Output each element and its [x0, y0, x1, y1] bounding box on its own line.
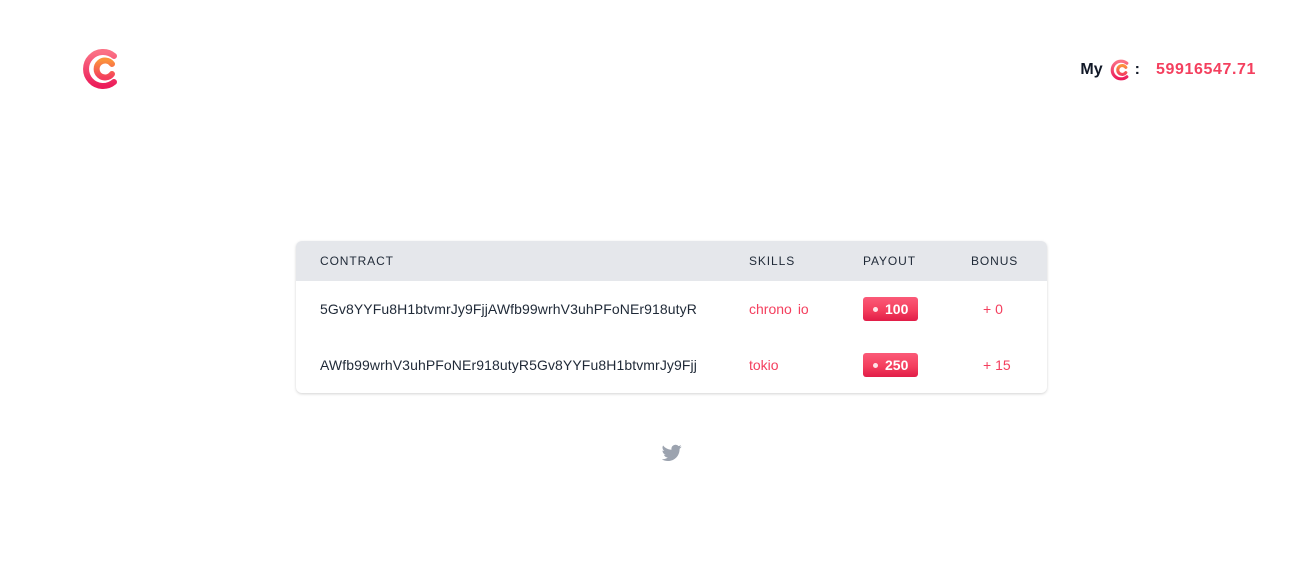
skills-cell: chrono io	[749, 281, 863, 337]
dot-icon	[873, 362, 878, 368]
table-row[interactable]: AWfb99wrhV3uhPFoNEr918utyR5Gv8YYFu8H1btv…	[296, 337, 1047, 393]
balance-value: 59916547.71	[1155, 61, 1256, 78]
table-header-row: CONTRACT SKILLS PAYOUT BONUS	[296, 241, 1047, 281]
skill-tag: tokio	[749, 357, 779, 373]
column-header-payout: PAYOUT	[863, 254, 916, 268]
payout-badge: 250	[863, 353, 919, 377]
dot-icon	[873, 306, 878, 312]
payout-value: 250	[885, 357, 909, 373]
page: My : 59916547.71 CONTRACT SKILLS PAYOUT …	[0, 0, 1302, 579]
brand-mini-logo-icon	[1110, 59, 1129, 81]
payout-value: 100	[885, 301, 909, 317]
contract-cell: 5Gv8YYFu8H1btvmrJy9FjjAWfb99wrhV3uhPFoNE…	[296, 281, 749, 337]
skill-tag: io	[797, 301, 809, 317]
payout-cell: 100	[863, 281, 971, 337]
bonus-value: + 0	[983, 301, 1003, 317]
column-header-bonus: BONUS	[971, 254, 1019, 268]
contract-id[interactable]: 5Gv8YYFu8H1btvmrJy9FjjAWfb99wrhV3uhPFoNE…	[320, 301, 697, 317]
balance-display: My : 59916547.71	[1080, 58, 1256, 82]
contract-cell: AWfb99wrhV3uhPFoNEr918utyR5Gv8YYFu8H1btv…	[296, 337, 749, 393]
skill-tag: chrono	[749, 301, 792, 317]
brand-logo-icon[interactable]	[80, 46, 118, 92]
balance-colon: :	[1134, 61, 1140, 78]
balance-label: My	[1080, 61, 1103, 78]
table-row[interactable]: 5Gv8YYFu8H1btvmrJy9FjjAWfb99wrhV3uhPFoNE…	[296, 281, 1047, 337]
payout-cell: 250	[863, 337, 971, 393]
bonus-cell: + 15	[971, 337, 1047, 393]
twitter-icon[interactable]	[662, 444, 682, 462]
contract-id[interactable]: AWfb99wrhV3uhPFoNEr918utyR5Gv8YYFu8H1btv…	[320, 357, 697, 373]
bonus-value: + 15	[983, 357, 1011, 373]
column-header-skills: SKILLS	[749, 254, 796, 268]
column-header-contract: CONTRACT	[320, 254, 394, 268]
bonus-cell: + 0	[971, 281, 1047, 337]
contracts-table: CONTRACT SKILLS PAYOUT BONUS 5Gv8YYFu8H1…	[296, 241, 1047, 393]
contracts-table-card: CONTRACT SKILLS PAYOUT BONUS 5Gv8YYFu8H1…	[296, 241, 1047, 393]
payout-badge: 100	[863, 297, 919, 321]
skills-cell: tokio	[749, 337, 863, 393]
